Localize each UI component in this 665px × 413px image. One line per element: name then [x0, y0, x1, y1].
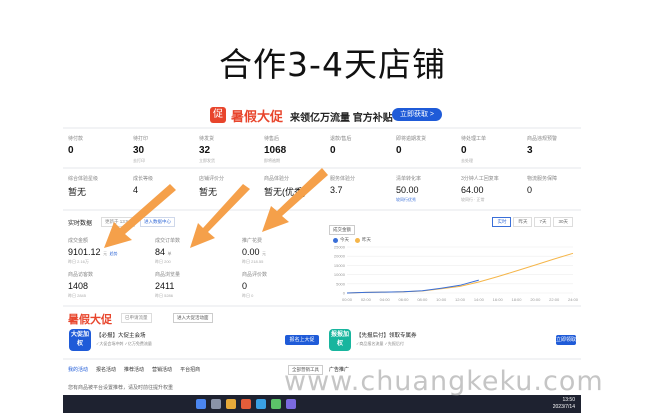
- orange-arrow-icon: [104, 184, 176, 248]
- annotation-arrows: [104, 168, 328, 248]
- watermark: www.chuangkeku.com: [284, 366, 604, 397]
- orange-arrow-icon: [262, 168, 328, 232]
- orange-arrow-icon: [190, 184, 250, 248]
